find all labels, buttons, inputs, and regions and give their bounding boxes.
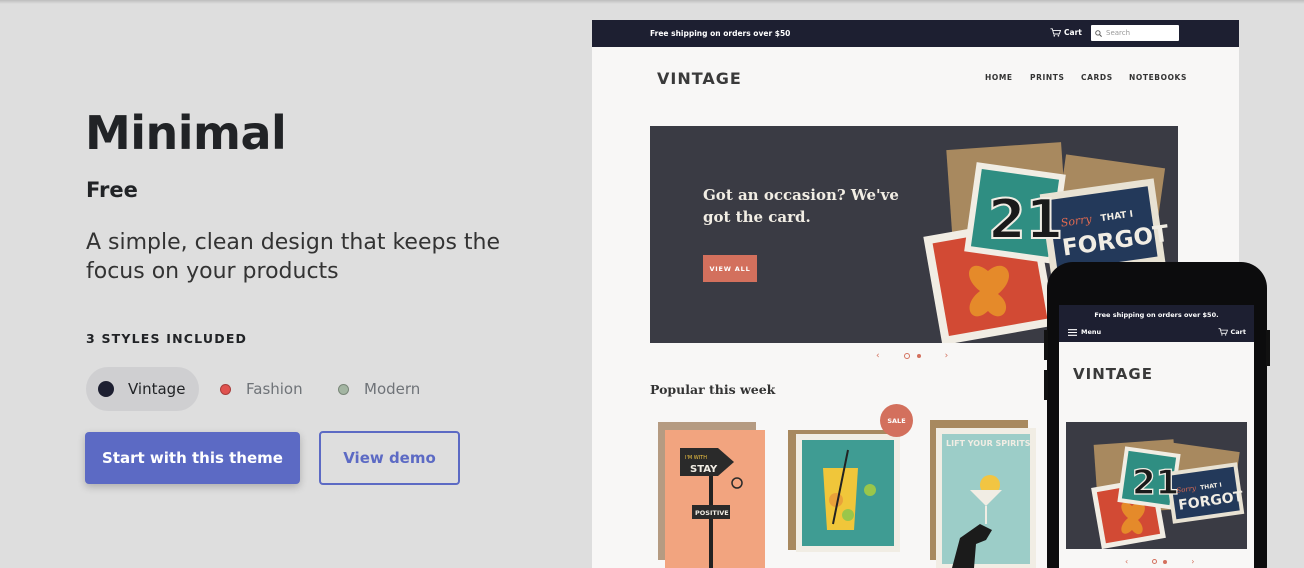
mobile-cart-label: Cart xyxy=(1230,328,1246,336)
mobile-preview: Free shipping on orders over $50. Menu C… xyxy=(1044,262,1270,568)
cart-icon xyxy=(1218,328,1228,336)
fashion-swatch xyxy=(220,383,231,395)
nav-home[interactable]: HOME xyxy=(985,73,1013,82)
cart-icon xyxy=(1050,28,1061,37)
slider-prev-icon[interactable]: ‹ xyxy=(1125,557,1128,566)
mobile-store-logo[interactable]: VINTAGE xyxy=(1073,365,1153,383)
hero-card-number: 21 xyxy=(988,188,1063,251)
style-label-vintage: Vintage xyxy=(128,380,186,398)
mobile-slider-pager: ‹ › xyxy=(1125,557,1194,566)
style-option-fashion[interactable]: Fashion xyxy=(204,367,317,411)
product-sign-word-text: STAY xyxy=(690,464,718,475)
mobile-shipping-notice: Free shipping on orders over $50. xyxy=(1094,311,1219,319)
desktop-slider-pager: ‹ › xyxy=(876,351,948,361)
product-sign-bottom-text: POSITIVE xyxy=(695,509,729,517)
view-all-button[interactable]: VIEW ALL xyxy=(703,255,757,282)
slider-prev-icon[interactable]: ‹ xyxy=(876,351,880,361)
theme-title: Minimal xyxy=(85,106,287,160)
slide-dot-2[interactable] xyxy=(916,354,921,358)
view-demo-button[interactable]: View demo xyxy=(319,431,460,485)
popular-section-heading: Popular this week xyxy=(650,382,776,397)
mobile-header-bar: Free shipping on orders over $50. Menu C… xyxy=(1059,305,1254,342)
style-label-modern: Modern xyxy=(364,380,421,398)
desktop-cart-link[interactable]: Cart xyxy=(1050,28,1082,37)
slider-next-icon[interactable]: › xyxy=(945,351,949,361)
mobile-hero-card-number: 21 xyxy=(1132,463,1179,503)
phone-side-button xyxy=(1044,330,1048,360)
phone-side-button xyxy=(1266,330,1270,366)
product-sign-top-text: I'M WITH xyxy=(685,455,707,461)
hamburger-icon xyxy=(1068,328,1077,336)
mobile-cart-link[interactable]: Cart xyxy=(1218,328,1246,336)
style-label-fashion: Fashion xyxy=(246,380,303,398)
nav-cards[interactable]: CARDS xyxy=(1081,73,1113,82)
slide-dot-1[interactable] xyxy=(1152,559,1158,564)
theme-price: Free xyxy=(86,178,138,202)
mobile-menu-button[interactable]: Menu xyxy=(1068,328,1101,336)
vintage-swatch xyxy=(98,381,114,397)
desktop-search-placeholder: Search xyxy=(1106,29,1131,37)
start-with-theme-button[interactable]: Start with this theme xyxy=(85,432,300,484)
modern-swatch xyxy=(338,383,349,395)
search-icon xyxy=(1095,29,1102,37)
phone-side-button xyxy=(1044,370,1048,400)
theme-description: A simple, clean design that keeps the fo… xyxy=(86,230,501,284)
style-option-modern[interactable]: Modern xyxy=(322,367,434,411)
mobile-menu-label: Menu xyxy=(1081,328,1102,336)
sale-badge: SALE xyxy=(880,404,913,437)
product-card-cocktail[interactable] xyxy=(788,420,908,552)
desktop-search-input[interactable]: Search xyxy=(1091,25,1179,41)
desktop-shipping-notice: Free shipping on orders over $50 xyxy=(650,29,791,38)
style-option-vintage[interactable]: Vintage xyxy=(86,367,199,411)
desktop-cart-label: Cart xyxy=(1064,28,1082,37)
desktop-announcement-bar: Free shipping on orders over $50 Cart Se… xyxy=(592,20,1239,47)
mobile-screen: Free shipping on orders over $50. Menu C… xyxy=(1059,305,1254,568)
desktop-hero-heading: Got an occasion? We've got the card. xyxy=(703,186,899,226)
desktop-store-logo[interactable]: VINTAGE xyxy=(657,69,742,88)
product-poster-title: LIFT YOUR SPIRITS xyxy=(946,439,1031,448)
styles-heading: 3 STYLES INCLUDED xyxy=(86,331,248,346)
slide-dot-1[interactable] xyxy=(903,353,910,359)
nav-prints[interactable]: PRINTS xyxy=(1030,73,1064,82)
slide-dot-2[interactable] xyxy=(1163,559,1168,564)
nav-notebooks[interactable]: NOTEBOOKS xyxy=(1129,73,1187,82)
slider-next-icon[interactable]: › xyxy=(1191,557,1194,566)
product-card-stay-positive[interactable]: I'M WITH STAY POSITIVE xyxy=(658,420,768,568)
mobile-hero-banner: 21 Sorry THAT I FORGOT xyxy=(1066,422,1247,549)
product-card-lift-your-spirits[interactable]: LIFT YOUR SPIRITS xyxy=(930,420,1040,568)
greeting-cards-illustration: 21 Sorry THAT I FORGOT xyxy=(1091,439,1245,549)
top-shadow xyxy=(0,0,1304,4)
